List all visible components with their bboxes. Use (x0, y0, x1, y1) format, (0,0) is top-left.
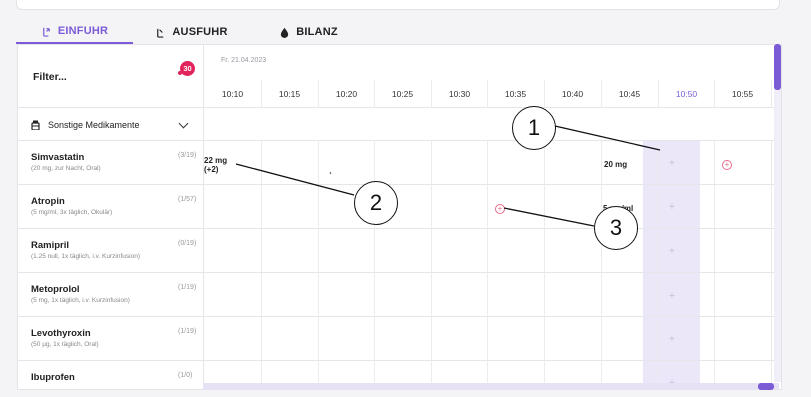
callout-lines (235, 125, 661, 227)
stray-mark (329, 171, 332, 175)
callout-line-2 (235, 163, 355, 196)
callout-3: 3 (594, 206, 638, 250)
callout-1: 1 (512, 106, 556, 150)
callout-2: 2 (354, 181, 398, 225)
callout-line-3 (503, 207, 595, 227)
callout-line-1 (554, 125, 661, 151)
